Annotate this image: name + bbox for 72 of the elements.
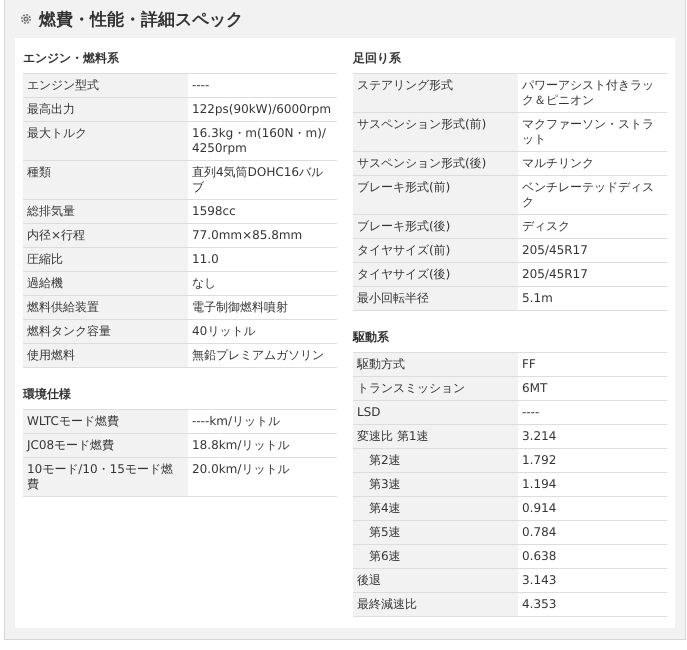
spec-label: トランスミッション — [353, 376, 518, 400]
spec-label: エンジン型式 — [23, 74, 188, 98]
spec-label: ステアリング形式 — [353, 74, 518, 112]
spec-label: WLTCモード燃費 — [23, 410, 188, 434]
spec-value: 5.1m — [518, 286, 667, 310]
spec-value: 0.784 — [518, 520, 667, 544]
spec-value: 20.0km/リットル — [188, 458, 337, 496]
spec-value: マクファーソン・ストラット — [518, 112, 667, 152]
spec-value: 1.194 — [518, 472, 667, 496]
spec-value: 18.8km/リットル — [188, 434, 337, 458]
spec-label: 後退 — [353, 568, 518, 592]
spec-label: ブレーキ形式(後) — [353, 214, 518, 238]
spec-label: サスペンション形式(後) — [353, 152, 518, 176]
spec-label: 種類 — [23, 160, 188, 200]
spec-label: 第3速 — [353, 472, 518, 496]
spec-value: 205/45R17 — [518, 262, 667, 286]
spec-label: タイヤサイズ(後) — [353, 262, 518, 286]
spec-label: 最終減速比 — [353, 592, 518, 616]
spec-value: 4.353 — [518, 592, 667, 616]
spec-value: 16.3kg・m(160N・m)/4250rpm — [188, 122, 337, 160]
spec-value: 無鉛プレミアムガソリン — [188, 344, 337, 368]
spec-label: 第6速 — [353, 544, 518, 568]
spec-label: 最大トルク — [23, 122, 188, 160]
spec-value: 205/45R17 — [518, 238, 667, 262]
spec-label: タイヤサイズ(前) — [353, 238, 518, 262]
spec-label: 燃料タンク容量 — [23, 320, 188, 344]
spec-label: 使用燃料 — [23, 344, 188, 368]
spec-label: 第2速 — [353, 448, 518, 472]
spec-label: 内径×行程 — [23, 224, 188, 248]
section-title: 燃費・性能・詳細スペック — [39, 8, 243, 30]
group-heading: 環境仕様 — [23, 386, 72, 403]
spec-value: 0.638 — [518, 544, 667, 568]
spec-value: 0.914 — [518, 496, 667, 520]
spec-value: ベンチレーテッドディスク — [518, 176, 667, 214]
spec-value: 122ps(90kW)/6000rpm — [188, 98, 337, 122]
spec-value: 77.0mm×85.8mm — [188, 224, 337, 248]
spec-label: 第4速 — [353, 496, 518, 520]
spec-label: 最小回転半径 — [353, 286, 518, 310]
spec-value: 1.792 — [518, 448, 667, 472]
gear-icon — [19, 12, 33, 26]
spec-value: 電子制御燃料噴射 — [188, 296, 337, 320]
spec-value: 6MT — [518, 376, 667, 400]
spec-label: 変速比 第1速 — [353, 424, 518, 448]
spec-value: ----km/リットル — [188, 410, 337, 434]
spec-label: 最高出力 — [23, 98, 188, 122]
spec-value: 11.0 — [188, 248, 337, 272]
spec-label: LSD — [353, 400, 518, 424]
spec-value: ---- — [188, 74, 337, 98]
spec-value: パワーアシスト付きラック＆ピニオン — [518, 74, 667, 112]
spec-label: JC08モード燃費 — [23, 434, 188, 458]
spec-value: 3.143 — [518, 568, 667, 592]
spec-label: ブレーキ形式(前) — [353, 176, 518, 214]
spec-label: 10モード/10・15モード燃費 — [23, 458, 188, 496]
spec-value: マルチリンク — [518, 152, 667, 176]
spec-value: 1598cc — [188, 200, 337, 224]
spec-value: なし — [188, 272, 337, 296]
spec-label: 過給機 — [23, 272, 188, 296]
spec-label: 圧縮比 — [23, 248, 188, 272]
spec-value: ---- — [518, 400, 667, 424]
spec-label: 総排気量 — [23, 200, 188, 224]
spec-value: 3.214 — [518, 424, 667, 448]
spec-label: 駆動方式 — [353, 352, 518, 376]
spec-value: FF — [518, 352, 667, 376]
spec-label: サスペンション形式(前) — [353, 112, 518, 152]
spec-value: 40リットル — [188, 320, 337, 344]
spec-label: 第5速 — [353, 520, 518, 544]
group-heading: 足回り系 — [353, 50, 402, 67]
spec-label: 燃料供給装置 — [23, 296, 188, 320]
group-heading: 駆動系 — [353, 329, 390, 346]
spec-value: 直列4気筒DOHC16バルブ — [188, 160, 337, 200]
spec-value: ディスク — [518, 214, 667, 238]
group-heading: エンジン・燃料系 — [23, 50, 120, 67]
